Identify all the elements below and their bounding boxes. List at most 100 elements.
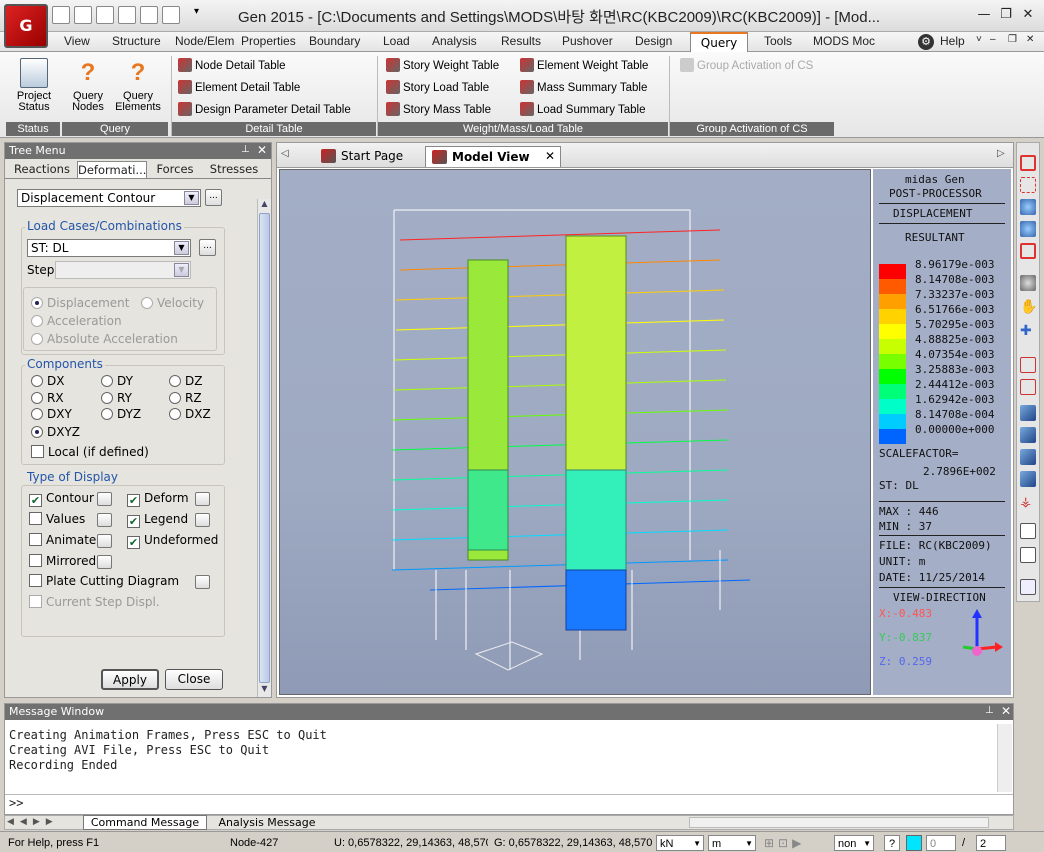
new-icon[interactable] [74, 6, 92, 24]
menu-mods[interactable]: MODS Moc [813, 34, 875, 48]
zoom-fit-icon[interactable] [1020, 243, 1036, 259]
rotate-icon[interactable] [1020, 357, 1036, 373]
tab-start-page[interactable]: Start Page [315, 146, 419, 167]
tab-stresses[interactable]: Stresses [203, 161, 265, 178]
msg-close-icon[interactable]: ✕ [1001, 704, 1011, 718]
current-step-checkbox[interactable]: Current Step Displ. [29, 594, 160, 610]
tab-nav-icons[interactable]: ◀◀▶▶ [7, 817, 59, 827]
radio-dyz[interactable]: DYZ [101, 406, 141, 422]
tab-forces[interactable]: Forces [149, 161, 201, 178]
mirrored-checkbox[interactable]: Mirrored [29, 553, 96, 569]
frame-icon[interactable] [1020, 379, 1036, 395]
radio-acceleration[interactable]: Acceleration [31, 313, 122, 329]
story-weight-table-button[interactable]: Story Weight Table [386, 58, 499, 74]
app-logo[interactable]: G [4, 4, 48, 48]
model-viewport[interactable] [279, 169, 871, 695]
gear-icon[interactable]: ⚙ [918, 34, 934, 50]
apply-button[interactable]: Apply [101, 669, 159, 690]
local-checkbox[interactable]: Local (if defined) [31, 444, 149, 460]
tab-reactions[interactable]: Reactions [9, 161, 75, 178]
load-case-options-button[interactable]: ... [199, 239, 216, 256]
tab-model-view[interactable]: Model View [425, 146, 561, 167]
doc-close-icon[interactable]: ✕ [1026, 34, 1034, 45]
tab-deformations[interactable]: Deformati... [77, 161, 147, 178]
contour-options-button[interactable] [97, 492, 112, 506]
dynamic-zoom-icon[interactable] [1020, 275, 1036, 291]
menu-properties[interactable]: Properties [241, 34, 296, 48]
element-detail-table-button[interactable]: Element Detail Table [178, 80, 300, 96]
window-icon[interactable] [1020, 523, 1036, 539]
element-weight-table-button[interactable]: Element Weight Table [520, 58, 648, 74]
radio-absolute-acceleration[interactable]: Absolute Acceleration [31, 331, 178, 347]
frame-input[interactable]: 0 [926, 835, 956, 851]
values-options-button[interactable] [97, 513, 112, 527]
story-mass-table-button[interactable]: Story Mass Table [386, 102, 491, 118]
message-scrollbar[interactable] [997, 724, 1012, 792]
save-icon[interactable] [96, 6, 114, 24]
deform-checkbox[interactable]: ✔ Deform [127, 490, 189, 507]
command-prompt[interactable]: >> [9, 796, 23, 810]
menu-pushover[interactable]: Pushover [562, 34, 613, 48]
scroll-thumb[interactable] [259, 213, 270, 683]
plate-cutting-checkbox[interactable]: Plate Cutting Diagram [29, 573, 179, 589]
animate-options-button[interactable] [97, 534, 112, 548]
menu-view[interactable]: View [64, 34, 90, 48]
print-view-icon[interactable] [1020, 547, 1036, 563]
tab-analysis-message[interactable]: Analysis Message [211, 816, 323, 830]
radio-velocity[interactable]: Velocity [141, 295, 204, 311]
menu-results[interactable]: Results [501, 34, 541, 48]
help-menu[interactable]: Help [940, 34, 965, 48]
check-list-icon[interactable] [1020, 579, 1036, 595]
zoom-window-icon[interactable] [1020, 155, 1036, 171]
frame-total-input[interactable]: 2 [976, 835, 1006, 851]
front-view-icon[interactable] [1020, 449, 1036, 465]
group-activation-cs-button[interactable]: Group Activation of CS [680, 58, 813, 74]
scroll-down-icon[interactable]: ▼ [259, 684, 270, 696]
deform-options-button[interactable] [195, 492, 210, 506]
iso-view-icon[interactable] [1020, 405, 1036, 421]
animate-checkbox[interactable]: Animate [29, 532, 96, 548]
help-dropdown-icon[interactable]: ˅ [976, 34, 982, 45]
snap-select[interactable]: non ▼ [834, 835, 874, 851]
radio-rx[interactable]: RX [31, 390, 64, 406]
doc-minimize-icon[interactable]: – [990, 34, 996, 45]
tab-command-message[interactable]: Command Message [83, 815, 207, 830]
tree-scrollbar[interactable]: ▲ ▼ [257, 199, 271, 697]
menu-structure[interactable]: Structure [112, 34, 161, 48]
tab-scroll-left-icon[interactable]: ◁ [281, 148, 289, 159]
snap-icons[interactable]: ⊞⊡▶ [764, 835, 805, 851]
display-type-select[interactable]: Displacement Contour ▼ [17, 189, 201, 207]
force-unit-select[interactable]: kN ▼ [656, 835, 704, 851]
undeformed-checkbox[interactable]: ✔ Undeformed [127, 532, 218, 549]
zoom-in-icon[interactable] [1020, 199, 1036, 215]
top-view-icon[interactable] [1020, 427, 1036, 443]
plate-cutting-options-button[interactable] [195, 575, 210, 589]
node-detail-table-button[interactable]: Node Detail Table [178, 58, 286, 74]
story-load-table-button[interactable]: Story Load Table [386, 80, 489, 96]
close-window-icon[interactable]: ✕ [1018, 6, 1038, 24]
load-case-select[interactable]: ST: DL ▼ [27, 239, 191, 257]
query-nodes-button[interactable]: ? Query Nodes [66, 56, 110, 113]
design-parameter-table-button[interactable]: Design Parameter Detail Table [178, 102, 351, 118]
side-view-icon[interactable] [1020, 471, 1036, 487]
tree-close-icon[interactable]: ✕ [257, 143, 267, 157]
zoom-out-icon[interactable] [1020, 221, 1036, 237]
msg-pin-icon[interactable]: ⊥ [985, 705, 994, 716]
project-status-button[interactable]: Project Status [8, 56, 60, 113]
tab-scroll-right-icon[interactable]: ▷ [997, 148, 1005, 159]
length-unit-select[interactable]: m ▼ [708, 835, 756, 851]
message-hscrollbar[interactable] [689, 817, 989, 828]
menu-load[interactable]: Load [383, 34, 410, 48]
menu-tools[interactable]: Tools [764, 34, 792, 48]
radio-displacement[interactable]: Displacement [31, 295, 130, 311]
doc-restore-icon[interactable]: ❐ [1008, 34, 1017, 45]
close-button[interactable]: Close [165, 669, 223, 690]
mirrored-options-button[interactable] [97, 555, 112, 569]
zoom-region-icon[interactable] [1020, 177, 1036, 193]
print-icon[interactable] [118, 6, 136, 24]
menu-analysis[interactable]: Analysis [432, 34, 477, 48]
query-elements-button[interactable]: ? Query Elements [112, 56, 164, 113]
minimize-icon[interactable]: — [974, 6, 994, 24]
legend-options-button[interactable] [195, 513, 210, 527]
blank-doc-icon[interactable] [162, 6, 180, 24]
